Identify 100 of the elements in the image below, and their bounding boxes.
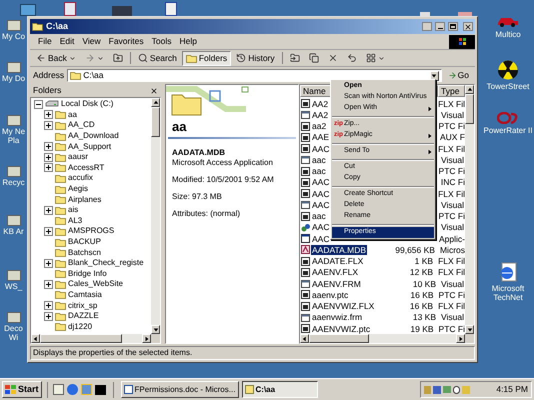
toolbar-button[interactable]: Folders (182, 50, 232, 66)
scroll-arrow-button[interactable] (465, 325, 474, 334)
desktop-icon[interactable] (20, 4, 36, 16)
network-icon[interactable] (433, 386, 441, 394)
folder-tree-item[interactable]: aausr (68, 152, 88, 162)
scrollbar-thumb[interactable] (309, 334, 369, 343)
start-button[interactable]: Start (2, 381, 42, 398)
folder-tree-item[interactable]: Airplanes (68, 194, 102, 205)
folder-tree-item[interactable]: AA_Support (68, 142, 112, 152)
file-name[interactable]: AAC (311, 188, 330, 199)
expand-box-icon[interactable] (44, 258, 53, 268)
menu-item[interactable]: Favorites (108, 35, 144, 48)
expand-box-icon[interactable] (44, 280, 53, 289)
file-name[interactable]: AAE (311, 132, 330, 142)
folder-tree-item[interactable]: AA_CD (68, 120, 95, 130)
expand-box-icon[interactable] (44, 301, 53, 310)
browser-globe-icon[interactable] (66, 384, 78, 395)
file-name[interactable]: AAENV.FRM (311, 278, 362, 289)
menu-item[interactable]: Tools (152, 35, 172, 48)
folder-tree-item[interactable]: BACKUP (68, 237, 101, 248)
folder-tree-item[interactable]: AL3 (68, 216, 82, 226)
close-button[interactable] (463, 22, 473, 31)
folder-tree-item[interactable]: AMSPROGS (68, 226, 114, 236)
mouse-icon[interactable] (453, 386, 460, 394)
toolbar-button[interactable]: History (232, 50, 279, 66)
expand-box-icon[interactable] (44, 120, 53, 130)
toolbar-button[interactable]: Search (134, 50, 181, 66)
file-name[interactable]: aac (311, 211, 327, 222)
folder-tree-item[interactable]: aa (68, 110, 77, 120)
folder-tree-item[interactable]: AA_Download (68, 131, 119, 142)
address-field[interactable]: C:\aa (67, 69, 442, 82)
desktop-icon[interactable] (64, 2, 76, 16)
horizontal-scrollbar[interactable] (300, 334, 465, 343)
desktop-icon[interactable] (6, 270, 20, 281)
expand-box-icon[interactable] (44, 206, 53, 215)
folder-tree-item[interactable]: ais (68, 205, 78, 216)
scrollbar-thumb[interactable] (465, 94, 474, 124)
scroll-arrow-button[interactable] (151, 98, 160, 107)
horizontal-scrollbar[interactable] (31, 334, 151, 343)
menu-item[interactable]: Edit (60, 35, 74, 48)
console-icon[interactable] (94, 384, 106, 394)
file-name[interactable]: AAENVWIZ.ptc (311, 324, 372, 334)
desktop-icon[interactable] (6, 62, 20, 73)
file-name[interactable]: AAENVWIZ.FLX (311, 301, 376, 312)
scrollbar-thumb[interactable] (40, 334, 122, 343)
expand-box-icon[interactable] (44, 163, 53, 172)
folder-tree-item[interactable]: AccessRT (68, 162, 104, 173)
file-name[interactable]: AAC (311, 222, 330, 232)
file-name[interactable]: AAENV.FLX (311, 267, 359, 278)
folder-tree-item[interactable]: DAZZLE (68, 311, 99, 322)
folder-tree-item[interactable]: Aegis (68, 184, 88, 194)
file-name[interactable]: AADATA.MDB (311, 244, 367, 255)
file-name[interactable]: AA2 (311, 110, 330, 120)
close-icon[interactable] (150, 86, 158, 94)
menu-item[interactable]: File (38, 35, 52, 48)
desktop-icon[interactable] (6, 20, 20, 31)
expand-box-icon[interactable] (44, 152, 53, 162)
file-name[interactable]: aaenvwiz.frm (311, 312, 364, 322)
folder-tree-item[interactable]: Blank_Check_registe (68, 258, 144, 268)
desktop-icon[interactable] (6, 215, 20, 226)
file-name[interactable]: aac (311, 166, 327, 176)
column-header[interactable]: Type (438, 85, 465, 97)
scroll-arrow-button[interactable] (300, 334, 309, 343)
file-name[interactable]: aaenv.ptc (311, 290, 350, 300)
scroll-arrow-button[interactable] (465, 85, 474, 94)
maximize-button[interactable] (448, 22, 458, 31)
desktop-icon[interactable] (165, 2, 177, 16)
expand-box-icon[interactable] (44, 110, 53, 120)
menu-item[interactable]: Help (179, 35, 197, 48)
file-name[interactable]: AADATE.FLX (311, 256, 364, 266)
scroll-arrow-button[interactable] (456, 334, 465, 343)
folder-tree-item[interactable]: dj1220 (68, 322, 92, 332)
scroll-arrow-button[interactable] (151, 325, 160, 334)
folder-tree-item[interactable]: Camtasia (68, 290, 102, 300)
folder-tree-item[interactable]: Batchscn (68, 248, 101, 258)
folder-tree-item[interactable]: Bridge Info (68, 268, 107, 279)
menu-item[interactable]: View (82, 35, 101, 48)
desktop-icon[interactable] (6, 115, 20, 126)
file-name[interactable]: AAC (311, 234, 330, 244)
minimize-button[interactable] (435, 22, 445, 31)
folder-tree-item[interactable]: citrix_sp (68, 300, 98, 311)
desktop-icon[interactable] (6, 166, 20, 177)
desktop-icon[interactable] (6, 312, 20, 323)
file-name[interactable]: AA2 (311, 98, 330, 109)
taskbar-task-button[interactable]: C:\aa (242, 381, 318, 398)
file-name[interactable]: AAC (311, 177, 330, 188)
taskbar-task-button[interactable]: FPermissions.doc - Micros... (120, 381, 239, 398)
file-name[interactable]: aa2 (311, 121, 328, 132)
folder-tree-item[interactable]: Cales_WebSite (68, 279, 123, 290)
file-name[interactable]: AAC (311, 144, 330, 154)
vertical-scrollbar[interactable] (151, 98, 160, 334)
toolbar-button[interactable]: Back (32, 50, 80, 66)
dropdown-button[interactable] (430, 70, 439, 80)
folder-tree-item[interactable]: Local Disk (C:) (61, 99, 114, 110)
folder-tree-item[interactable]: accufix (68, 173, 93, 184)
scroll-arrow-button[interactable] (142, 334, 151, 343)
go-button[interactable]: Go (444, 69, 472, 82)
collapse-box-icon[interactable] (34, 100, 43, 109)
scroll-arrow-button[interactable] (31, 334, 40, 343)
vertical-scrollbar[interactable] (465, 85, 474, 334)
